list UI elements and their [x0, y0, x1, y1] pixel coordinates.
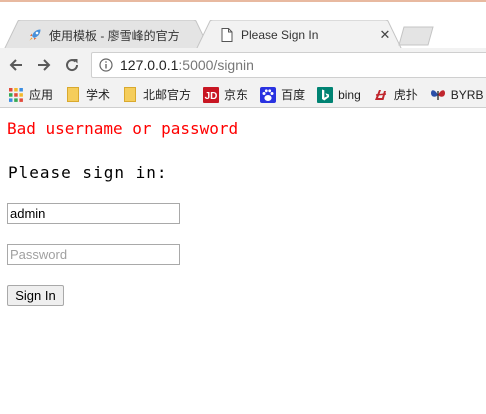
address-bar[interactable]: 127.0.0.1:5000/signin [91, 52, 486, 78]
byr-icon [430, 87, 446, 103]
folder-icon [65, 87, 81, 103]
bookmark-label: 应用 [29, 88, 54, 102]
browser-toolbar: 127.0.0.1:5000/signin [0, 48, 486, 82]
bookmark-label: 京东 [224, 88, 249, 102]
tab-title: Please Sign In [241, 28, 319, 42]
page-icon [220, 28, 234, 42]
svg-text:JD: JD [205, 91, 218, 102]
apps-grid-icon [8, 87, 24, 103]
bookmark-label: 虎扑 [393, 88, 418, 102]
bookmark-folder-bupt[interactable]: 北邮官方 [122, 86, 191, 103]
bookmark-label: 百度 [281, 88, 306, 102]
bookmark-byr[interactable]: BYRB [430, 87, 484, 103]
sign-in-button[interactable]: Sign In [7, 285, 64, 306]
tab-strip: 使用模板 - 廖雪峰的官方 Please Sign In ✕ [0, 0, 486, 50]
bookmarks-bar: 应用 学术 北邮官方 JD 京东 百度 bing 虎扑 BYRB [0, 82, 486, 108]
baidu-icon [260, 86, 277, 103]
back-button[interactable] [4, 53, 28, 77]
page-heading: Please sign in: [8, 163, 168, 182]
hupu-icon [373, 87, 389, 103]
username-input[interactable] [7, 203, 180, 224]
bing-icon [317, 86, 334, 103]
page-content: Bad username or password Please sign in:… [0, 109, 486, 414]
back-arrow-icon [9, 59, 22, 71]
bookmark-apps[interactable]: 应用 [8, 86, 53, 103]
info-icon[interactable] [98, 57, 114, 73]
bookmark-label: bing [338, 87, 361, 102]
tab-title: 使用模板 - 廖雪峰的官方 [49, 28, 180, 43]
reload-button[interactable] [60, 53, 84, 77]
tab-close-icon[interactable]: ✕ [378, 27, 392, 42]
forward-arrow-icon [38, 59, 51, 71]
password-input[interactable] [7, 244, 180, 265]
jd-icon: JD [203, 86, 220, 103]
url-path: :5000/signin [178, 57, 254, 73]
reload-icon [66, 59, 79, 72]
bookmark-baidu[interactable]: 百度 [260, 86, 305, 103]
bookmark-label: 学术 [86, 88, 111, 102]
url-host: 127.0.0.1 [120, 57, 179, 73]
rocket-icon [28, 28, 42, 42]
bookmark-jd[interactable]: JD 京东 [203, 86, 248, 103]
new-tab-button[interactable] [398, 26, 434, 46]
bookmark-label: 北邮官方 [143, 88, 192, 102]
folder-icon [122, 87, 138, 103]
tab-liaoxuefeng[interactable]: 使用模板 - 廖雪峰的官方 [4, 20, 210, 50]
bookmark-hupu[interactable]: 虎扑 [373, 86, 418, 103]
bookmark-label: BYRB [450, 87, 484, 102]
forward-button[interactable] [32, 53, 56, 77]
flash-error-message: Bad username or password [7, 119, 239, 138]
bookmark-folder-academic[interactable]: 学术 [65, 86, 110, 103]
tab-please-sign-in[interactable]: Please Sign In ✕ [196, 20, 402, 50]
bookmark-bing[interactable]: bing [317, 86, 361, 103]
